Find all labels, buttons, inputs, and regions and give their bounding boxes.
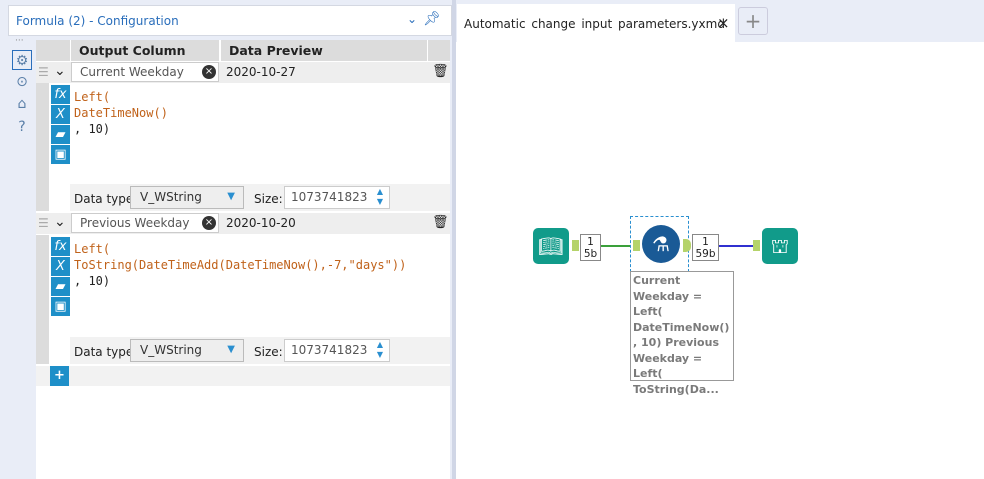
type-row: Data type: V_WString ▼ Size: 1073741823 ▲ ▼ <box>70 337 450 364</box>
add-icon[interactable]: + <box>50 366 69 386</box>
clear-icon[interactable]: × <box>202 216 216 230</box>
data-type-value: V_WString <box>140 190 202 204</box>
selected-formula-tool[interactable]: ⚗ <box>630 216 691 272</box>
size-input[interactable]: 1073741823 ▲ ▼ <box>284 339 390 362</box>
size-value: 1073741823 <box>291 190 368 204</box>
data-type-select[interactable]: V_WString ▼ <box>130 339 244 362</box>
caret-down-icon: ▼ <box>227 344 235 355</box>
browse-tool-binoculars-icon[interactable]: ⛫ <box>762 228 798 264</box>
data-type-value: V_WString <box>140 343 202 357</box>
data-type-label: Data type: <box>74 192 138 206</box>
config-panel-header: Formula (2) - Configuration ⌄ 📌︎ <box>8 5 452 36</box>
spinner-icon[interactable]: ▲ ▼ <box>377 187 383 207</box>
more-icon[interactable]: ··· <box>15 36 24 46</box>
config-title: Formula (2) - Configuration <box>16 14 179 28</box>
data-preview-value: 2020-10-20 <box>226 216 296 230</box>
header-blank <box>36 40 70 61</box>
count: 1 <box>702 236 709 248</box>
tag-icon[interactable]: ⌂ <box>12 94 32 114</box>
clear-icon[interactable]: × <box>202 65 216 79</box>
record-count-badge: 1 59b <box>692 234 719 261</box>
open-folder-icon[interactable]: ▰ <box>51 125 70 144</box>
expr-line: ToString(DateTimeAdd(DateTimeNow(),-7,"d… <box>74 258 407 272</box>
output-port[interactable] <box>683 239 691 252</box>
add-row: + <box>36 366 450 386</box>
drag-handle-icon[interactable]: ☰ <box>38 216 49 230</box>
variable-icon[interactable]: X <box>51 257 70 276</box>
header-blank-2 <box>428 40 450 61</box>
connection <box>601 245 631 247</box>
expr-line: , 10) <box>74 274 111 288</box>
input-port[interactable] <box>753 240 760 251</box>
add-tab-button[interactable]: + <box>738 7 768 35</box>
connection <box>719 245 756 247</box>
formula-row: ☰ ⌄ Current Weekday × 2020-10-27 🗑︎ <box>36 62 450 83</box>
size: 59b <box>695 248 716 260</box>
data-type-select[interactable]: V_WString ▼ <box>130 186 244 209</box>
tab-workflow[interactable]: Automatic change input parameters.yxmd × <box>457 4 735 42</box>
size-label: Size: <box>254 192 283 206</box>
close-icon[interactable]: × <box>717 14 730 32</box>
help-icon[interactable]: ? <box>12 117 32 137</box>
collapse-chevron-icon[interactable]: ⌄ <box>54 63 66 79</box>
type-row: Data type: V_WString ▼ Size: 1073741823 ▲ ▼ <box>70 184 450 211</box>
function-icon[interactable]: fx <box>51 85 70 104</box>
row-gutter <box>36 83 49 211</box>
save-icon[interactable]: ▣ <box>51 297 70 316</box>
data-type-label: Data type: <box>74 345 138 359</box>
record-count-badge: 1 5b <box>580 234 601 261</box>
data-preview-value: 2020-10-27 <box>226 65 296 79</box>
save-icon[interactable]: ▣ <box>51 145 70 164</box>
collapse-chevron-icon[interactable]: ⌄ <box>54 214 66 230</box>
connection-icon[interactable]: ⊙ <box>12 72 32 92</box>
expression-editor[interactable]: Left( ToString(DateTimeAdd(DateTimeNow()… <box>74 241 450 335</box>
drag-handle-icon[interactable]: ☰ <box>38 65 49 79</box>
caret-down-icon: ▼ <box>227 191 235 202</box>
formula-row: ☰ ⌄ Previous Weekday × 2020-10-20 🗑︎ <box>36 213 450 234</box>
header-data-preview: Data Preview <box>221 40 427 61</box>
expr-line: Left( <box>74 242 111 256</box>
size-value: 1073741823 <box>291 343 368 357</box>
output-column-input[interactable]: Previous Weekday <box>71 213 219 233</box>
input-tool-book-icon[interactable]: 📖︎ <box>533 228 569 264</box>
chevron-down-icon[interactable]: ⌄ <box>407 12 417 26</box>
function-icon[interactable]: fx <box>51 237 70 256</box>
size-input[interactable]: 1073741823 ▲ ▼ <box>284 186 390 209</box>
expression-editor[interactable]: Left( DateTimeNow() , 10) <box>74 89 450 183</box>
trash-icon[interactable]: 🗑︎ <box>432 64 449 79</box>
trash-icon[interactable]: 🗑︎ <box>432 215 449 230</box>
tool-annotation: Current Weekday = Left( DateTimeNow() , … <box>630 271 734 396</box>
size: 5b <box>583 248 598 260</box>
open-folder-icon[interactable]: ▰ <box>51 277 70 296</box>
pin-icon[interactable]: 📌︎ <box>423 11 441 27</box>
variable-icon[interactable]: X <box>51 105 70 124</box>
count: 1 <box>587 236 594 248</box>
gear-icon[interactable]: ⚙ <box>12 50 32 70</box>
expr-line: , 10) <box>74 122 111 136</box>
config-sidebar: ··· ⚙ ⊙ ⌂ ? <box>8 36 36 479</box>
input-port[interactable] <box>633 240 640 251</box>
row-gutter <box>36 235 49 364</box>
formula-grid: Output Column Data Preview ☰ ⌄ Current W… <box>36 40 450 479</box>
size-label: Size: <box>254 345 283 359</box>
spinner-icon[interactable]: ▲ ▼ <box>377 340 383 360</box>
expr-line: DateTimeNow() <box>74 106 168 120</box>
header-output-column: Output Column <box>71 40 219 61</box>
output-port[interactable] <box>572 240 579 251</box>
output-column-input[interactable]: Current Weekday <box>71 62 219 82</box>
tab-title: Automatic change input parameters.yxmd <box>464 17 725 31</box>
formula-flask-icon: ⚗ <box>642 225 680 263</box>
expr-line: Left( <box>74 90 111 104</box>
